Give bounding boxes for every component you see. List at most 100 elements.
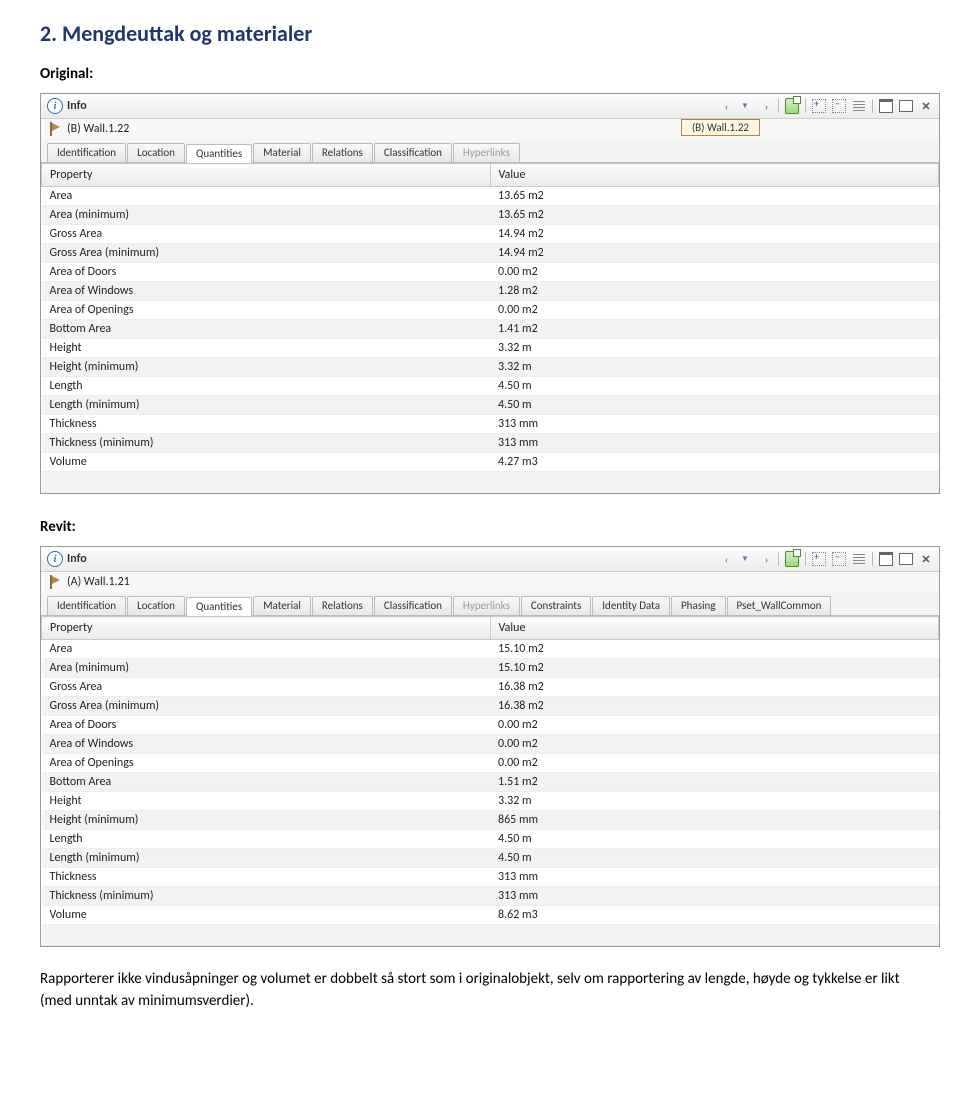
- table-row[interactable]: Length4.50 m: [42, 830, 939, 849]
- close-panel-icon[interactable]: ✕: [919, 552, 933, 566]
- tab-quantities[interactable]: Quantities: [186, 597, 252, 616]
- tab-identification[interactable]: Identification: [47, 143, 126, 162]
- table-row[interactable]: Height3.32 m: [42, 339, 939, 358]
- property-cell: Height: [42, 792, 491, 811]
- value-cell: 4.27 m3: [490, 453, 939, 472]
- table-row[interactable]: Length (minimum)4.50 m: [42, 849, 939, 868]
- object-name-row: (B) Wall.1.22: [41, 119, 939, 139]
- nav-back-icon[interactable]: ‹‹: [718, 99, 732, 113]
- panel-header: i Info ‹‹ ▼ ›› ✕: [41, 93, 939, 119]
- value-cell: 313 mm: [490, 434, 939, 453]
- tab-pset-wallcommon[interactable]: Pset_WallCommon: [727, 596, 832, 615]
- collapse-tree-icon[interactable]: [832, 99, 846, 113]
- col-header-property[interactable]: Property: [42, 164, 491, 187]
- table-row[interactable]: Area13.65 m2: [42, 187, 939, 206]
- tab-phasing[interactable]: Phasing: [671, 596, 726, 615]
- col-header-value[interactable]: Value: [490, 164, 939, 187]
- tab-hyperlinks[interactable]: Hyperlinks: [453, 596, 520, 615]
- table-row[interactable]: Area of Doors0.00 m2: [42, 263, 939, 282]
- history-dropdown-icon[interactable]: ▼: [738, 552, 752, 566]
- col-header-property[interactable]: Property: [42, 617, 491, 640]
- expand-tree-icon[interactable]: [812, 99, 826, 113]
- table-row[interactable]: Bottom Area1.51 m2: [42, 773, 939, 792]
- tab-location[interactable]: Location: [127, 143, 185, 162]
- panel-title: Info: [67, 552, 87, 566]
- tab-relations[interactable]: Relations: [312, 596, 373, 615]
- select-in-view-icon[interactable]: [785, 552, 799, 566]
- table-row[interactable]: Height (minimum)865 mm: [42, 811, 939, 830]
- table-row[interactable]: Thickness (minimum)313 mm: [42, 887, 939, 906]
- tab-bar: IdentificationLocationQuantitiesMaterial…: [41, 139, 939, 163]
- select-in-view-icon[interactable]: [785, 99, 799, 113]
- tab-relations[interactable]: Relations: [312, 143, 373, 162]
- table-row[interactable]: Volume8.62 m3: [42, 906, 939, 925]
- table-row[interactable]: Area of Openings0.00 m2: [42, 301, 939, 320]
- table-row[interactable]: Thickness (minimum)313 mm: [42, 434, 939, 453]
- property-cell: Length: [42, 830, 491, 849]
- history-dropdown-icon[interactable]: ▼: [738, 99, 752, 113]
- tab-material[interactable]: Material: [253, 596, 311, 615]
- table-row[interactable]: Area of Doors0.00 m2: [42, 716, 939, 735]
- table-row[interactable]: Height3.32 m: [42, 792, 939, 811]
- restore-window-icon[interactable]: [879, 552, 893, 566]
- value-cell: 1.41 m2: [490, 320, 939, 339]
- table-row[interactable]: Gross Area16.38 m2: [42, 678, 939, 697]
- nav-back-icon[interactable]: ‹‹: [718, 552, 732, 566]
- value-cell: 3.32 m: [490, 792, 939, 811]
- close-panel-icon[interactable]: ✕: [919, 99, 933, 113]
- table-row[interactable]: Thickness313 mm: [42, 868, 939, 887]
- table-row[interactable]: Bottom Area1.41 m2: [42, 320, 939, 339]
- tab-constraints[interactable]: Constraints: [521, 596, 591, 615]
- table-row[interactable]: Area of Windows0.00 m2: [42, 735, 939, 754]
- table-row[interactable]: Area of Windows1.28 m2: [42, 282, 939, 301]
- value-cell: 4.50 m: [490, 377, 939, 396]
- tab-identity-data[interactable]: Identity Data: [592, 596, 670, 615]
- table-row[interactable]: Gross Area (minimum)16.38 m2: [42, 697, 939, 716]
- property-cell: Height: [42, 339, 491, 358]
- tab-classification[interactable]: Classification: [374, 596, 452, 615]
- info-panel-original: i Info ‹‹ ▼ ›› ✕ (B) Wall.1.22: [40, 93, 940, 494]
- value-cell: 14.94 m2: [490, 244, 939, 263]
- value-cell: 0.00 m2: [490, 754, 939, 773]
- table-row[interactable]: Height (minimum)3.32 m: [42, 358, 939, 377]
- col-header-value[interactable]: Value: [490, 617, 939, 640]
- property-cell: Length (minimum): [42, 396, 491, 415]
- value-cell: 8.62 m3: [490, 906, 939, 925]
- table-row[interactable]: Volume4.27 m3: [42, 453, 939, 472]
- table-row[interactable]: Gross Area14.94 m2: [42, 225, 939, 244]
- table-row[interactable]: Area (minimum)15.10 m2: [42, 659, 939, 678]
- info-icon: i: [47, 551, 63, 567]
- table-row[interactable]: Length4.50 m: [42, 377, 939, 396]
- property-cell: Length (minimum): [42, 849, 491, 868]
- tab-identification[interactable]: Identification: [47, 596, 126, 615]
- expand-tree-icon[interactable]: [812, 552, 826, 566]
- tab-classification[interactable]: Classification: [374, 143, 452, 162]
- tab-hyperlinks[interactable]: Hyperlinks: [453, 143, 520, 162]
- restore-window-icon[interactable]: [879, 99, 893, 113]
- table-row-empty: [42, 925, 939, 946]
- label-revit: Revit:: [40, 518, 940, 536]
- property-cell: Area (minimum): [42, 659, 491, 678]
- maximize-window-icon[interactable]: [899, 552, 913, 566]
- table-row[interactable]: Gross Area (minimum)14.94 m2: [42, 244, 939, 263]
- tab-location[interactable]: Location: [127, 596, 185, 615]
- table-row[interactable]: Area of Openings0.00 m2: [42, 754, 939, 773]
- info-icon: i: [47, 98, 63, 114]
- table-row[interactable]: Length (minimum)4.50 m: [42, 396, 939, 415]
- nav-forward-icon[interactable]: ››: [758, 552, 772, 566]
- nav-forward-icon[interactable]: ››: [758, 99, 772, 113]
- tab-material[interactable]: Material: [253, 143, 311, 162]
- list-view-icon[interactable]: [852, 99, 866, 113]
- list-view-icon[interactable]: [852, 552, 866, 566]
- value-cell: 14.94 m2: [490, 225, 939, 244]
- table-row[interactable]: Area15.10 m2: [42, 640, 939, 659]
- table-row[interactable]: Thickness313 mm: [42, 415, 939, 434]
- tab-quantities[interactable]: Quantities: [186, 144, 252, 163]
- collapse-tree-icon[interactable]: [832, 552, 846, 566]
- value-cell: 4.50 m: [490, 830, 939, 849]
- value-cell: 3.32 m: [490, 358, 939, 377]
- table-row[interactable]: Area (minimum)13.65 m2: [42, 206, 939, 225]
- property-cell: Area of Openings: [42, 754, 491, 773]
- maximize-window-icon[interactable]: [899, 99, 913, 113]
- body-paragraph: Rapporterer ikke vindusåpninger og volum…: [40, 969, 910, 1013]
